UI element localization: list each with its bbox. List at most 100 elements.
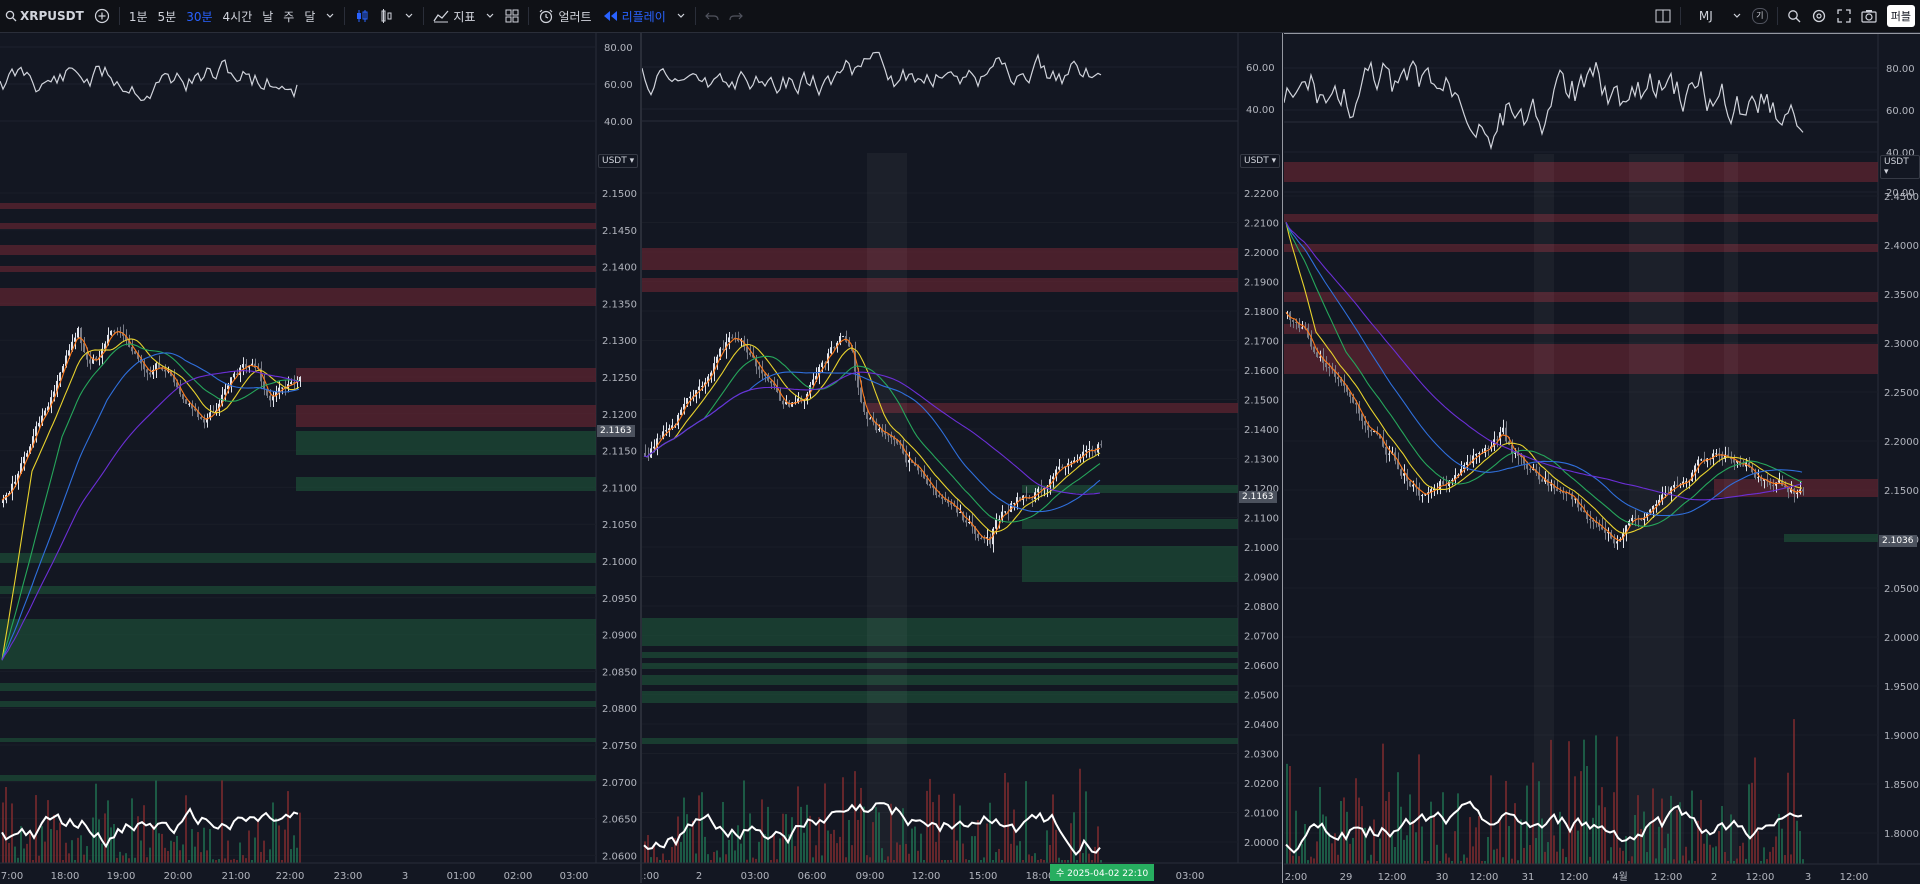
chart-style-dropdown[interactable] — [399, 0, 419, 32]
candle-body — [653, 446, 655, 449]
candle-body — [869, 418, 871, 420]
volume-bar — [167, 851, 169, 863]
candle-body — [1337, 376, 1339, 380]
replay-dropdown[interactable] — [671, 0, 691, 32]
candle-body — [698, 386, 700, 391]
rsi-tick-label: 40.00 — [604, 117, 633, 128]
pane-divider[interactable] — [1282, 33, 1283, 883]
volume-bar — [1352, 837, 1354, 864]
volume-bar — [1673, 859, 1675, 864]
time-tick-label: 03:00 — [560, 871, 589, 882]
candle-body — [1676, 484, 1678, 486]
volume-bar — [1433, 816, 1435, 864]
templates-button[interactable] — [500, 0, 524, 32]
volume-bar — [182, 844, 184, 863]
volume-bar — [1028, 854, 1030, 863]
volume-bar — [755, 858, 757, 863]
volume-bar — [1085, 791, 1087, 863]
candle-body — [278, 387, 280, 392]
replay-button[interactable]: 리플레이 — [597, 0, 671, 32]
volume-bar — [1430, 801, 1432, 864]
price-tick-label: 2.2000 — [1244, 248, 1279, 259]
chart-pane-right[interactable]: 80.00 60.00 40.00 20.00 2.4500 2.4000 2.3500 2.… — [1284, 33, 1920, 884]
volume-bar — [1718, 831, 1720, 864]
volume-bar — [233, 858, 235, 863]
currency-selector[interactable]: USDT ▾ — [1240, 154, 1281, 168]
time-tick-label: 1:00 — [642, 871, 659, 882]
symbol-label: XRPUSDT — [20, 9, 84, 23]
chevron-down-icon — [1732, 11, 1742, 21]
publish-button[interactable]: 퍼블 — [1882, 0, 1920, 32]
interval-week[interactable]: 주 — [278, 0, 299, 32]
fullscreen-button[interactable] — [1832, 0, 1856, 32]
volume-bar — [1724, 852, 1726, 864]
volume-bar — [125, 853, 127, 863]
alert-button[interactable]: 얼러트 — [533, 0, 596, 32]
candle-body — [1496, 439, 1498, 441]
symbol-search[interactable]: XRPUSDT — [0, 0, 89, 32]
indicators-dropdown[interactable] — [480, 0, 500, 32]
publish-label: 퍼블 — [1886, 5, 1915, 27]
indicators-button[interactable]: 지표 — [428, 0, 480, 32]
candle-body — [719, 348, 721, 357]
volume-bar — [152, 825, 154, 863]
candle-body — [983, 538, 985, 540]
volume-bar — [56, 830, 58, 863]
candle-body — [1061, 466, 1063, 468]
add-symbol-button[interactable] — [89, 0, 115, 32]
quick-search-button[interactable] — [1782, 0, 1806, 32]
snapshot-button[interactable] — [1856, 0, 1882, 32]
chart-canvas-left[interactable]: 80.00 60.00 40.00 2.1500 2.1450 2.1400 2.1350 2… — [0, 33, 640, 883]
interval-month[interactable]: 달 — [299, 0, 320, 32]
interval-30m[interactable]: 30분 — [181, 0, 217, 32]
volume-bar — [1472, 846, 1474, 864]
chart-canvas-middle[interactable]: 60.00 40.00 2.2200 2.2100 2.2000 2.1900 2.1800… — [642, 33, 1282, 883]
price-tick-label: 2.3000 — [1884, 339, 1919, 350]
volume-bar — [644, 841, 646, 863]
chart-pane-middle[interactable]: 60.00 40.00 2.2200 2.2100 2.2000 2.1900 2.1800… — [642, 33, 1282, 883]
time-tick-label: 12:00 — [1470, 872, 1499, 883]
volume-bar — [185, 795, 187, 863]
resistance-zone — [0, 288, 596, 306]
volume-bar — [830, 833, 832, 863]
chart-pane-left[interactable]: 80.00 60.00 40.00 2.1500 2.1450 2.1400 2.1350 2… — [0, 33, 640, 883]
volume-bar — [1304, 823, 1306, 864]
user-badge[interactable]: 기 — [1747, 0, 1773, 32]
volume-bar — [773, 833, 775, 863]
user-dropdown[interactable] — [1727, 0, 1747, 32]
redo-button[interactable] — [724, 0, 748, 32]
price-tick-label: 2.2500 — [1884, 388, 1919, 399]
undo-button[interactable] — [700, 0, 724, 32]
price-tick-label: 2.0500 — [1244, 691, 1279, 702]
candle-body — [830, 347, 832, 354]
volume-bar — [1763, 847, 1765, 864]
interval-dropdown[interactable] — [320, 0, 340, 32]
volume-bar — [1736, 858, 1738, 864]
chart-canvas-right[interactable]: 80.0060.0040.0020.002.45002.40002.35002.… — [1284, 34, 1920, 884]
layout-button[interactable] — [1650, 0, 1676, 32]
settings-button[interactable] — [1806, 0, 1832, 32]
resistance-zone — [0, 203, 596, 209]
time-tick-label: 22:00 — [276, 871, 305, 882]
volume-bar — [296, 847, 298, 863]
support-zone — [642, 618, 1238, 646]
interval-5m[interactable]: 5분 — [153, 0, 182, 32]
volume-bar — [1652, 788, 1654, 864]
candle-type-button[interactable] — [349, 0, 375, 32]
interval-4h[interactable]: 4시간 — [218, 0, 258, 32]
interval-day[interactable]: 날 — [257, 0, 278, 32]
currency-selector[interactable]: USDT ▾ — [1880, 155, 1920, 179]
volume-bar — [1721, 806, 1723, 864]
candle-body — [788, 401, 790, 407]
support-zone — [642, 652, 1238, 658]
volume-bar — [929, 778, 931, 863]
currency-selector[interactable]: USDT ▾ — [598, 154, 639, 168]
volume-bar — [158, 833, 160, 863]
volume-bar — [1658, 826, 1660, 864]
price-tick-label: 2.1300 — [1244, 455, 1279, 466]
price-tick-label: 2.1100 — [602, 483, 637, 494]
interval-1m[interactable]: 1분 — [124, 0, 153, 32]
chart-style-button[interactable] — [375, 0, 399, 32]
volume-bar — [1370, 854, 1372, 864]
user-menu[interactable]: MJ — [1685, 0, 1727, 32]
